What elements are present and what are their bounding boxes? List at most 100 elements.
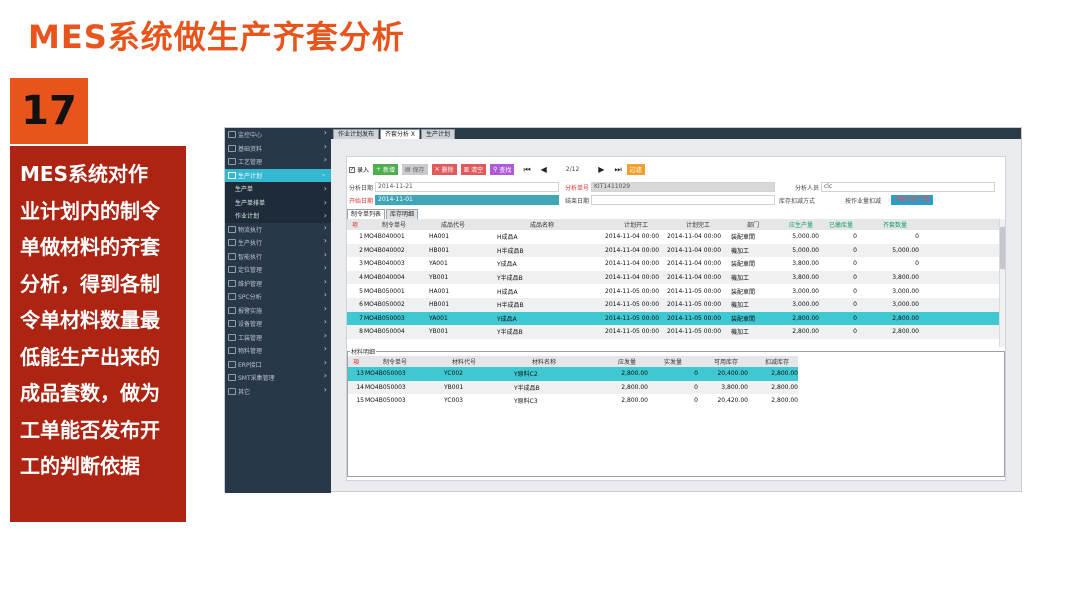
order-table-column-header[interactable]: 部门 [731, 220, 775, 229]
order-table-row[interactable]: 4 MO4B040004 YB001 Y半成品B 2014-11-04 00:00 201… [347, 270, 999, 285]
sidebar-item-production-plan[interactable]: 生产计划 ⌄ [225, 168, 331, 182]
material-table-column-header[interactable]: 扣减库存 [756, 357, 798, 366]
order-table-column-header[interactable]: 制令单号 [364, 220, 424, 229]
order-table-row[interactable]: 2 MO4B040002 HB001 H半成品B 2014-11-04 00:00 201… [347, 243, 999, 258]
sidebar-item-production-exec[interactable]: 生产执行 › [225, 236, 331, 250]
sidebar-item-smart-exec[interactable]: 智能执行 › [225, 250, 331, 264]
sidebar-item-tooling[interactable]: 工装管理 › [225, 331, 331, 345]
order-table-cell: 2014-11-04 00:00 [605, 233, 660, 241]
material-table-column-header[interactable]: 材料代号 [444, 357, 484, 366]
sidebar-item-spc[interactable]: SPC分析 › [225, 290, 331, 304]
order-table-cell: HB001 [429, 246, 450, 254]
order-table-row[interactable]: 6 MO4B050002 HB001 H半成品B 2014-11-05 00:00 201… [347, 297, 999, 312]
tab-work-plan-release[interactable]: 作业计划发布 [333, 129, 380, 139]
first-page-icon[interactable]: ⏮ [523, 165, 530, 175]
material-table-column-header[interactable]: 应发量 [606, 357, 648, 366]
filter-button[interactable]: 过滤 [626, 164, 645, 175]
sidebar-item-smt[interactable]: SMT采集管理 › [225, 371, 331, 385]
close-icon: ✕ [434, 166, 442, 173]
chevron-right-icon: › [323, 330, 327, 340]
material-table-column-header[interactable]: 实发量 [648, 357, 698, 366]
material-table-column-header[interactable]: 制令单号 [365, 357, 425, 366]
sidebar-item-equipment[interactable]: 设备管理 › [225, 317, 331, 331]
material-table-row[interactable]: 13 MO4B050003 YC002 Y原料C2 2,800.00 0 20,400.00… [348, 367, 798, 381]
sidebar-item-erp[interactable]: ERP接口 › [225, 358, 331, 372]
material-detail-legend: 材料明细 [350, 347, 377, 356]
chevron-right-icon: › [323, 317, 327, 326]
form-row-2: 开始日期 2014-11-01 结束日期 库存扣减方式 按作业量扣减 齐套分析计… [347, 195, 1005, 205]
order-table-cell: 2014-11-04 00:00 [605, 260, 660, 268]
order-table-cell: 8 [359, 328, 363, 336]
wrench-icon [228, 279, 236, 287]
tool-icon [228, 333, 236, 341]
start-date-field[interactable]: 2014-11-01 [375, 195, 559, 205]
order-table-row[interactable]: 3 MO4B040003 YA001 Y成品A 2014-11-04 00:00 2014… [347, 257, 999, 271]
order-table: 项制令单号 成品代号 成品名称 计划开工 计划完工 部门 应生产量 已缴库量 齐套数量 1 MO4B… [347, 219, 999, 339]
end-date-field[interactable] [591, 195, 775, 205]
next-page-icon[interactable]: ▶ [598, 165, 604, 174]
order-table-row[interactable]: 8 MO4B050004 YB001 Y半成品B 2014-11-05 00:00 201… [347, 325, 999, 339]
delete-button[interactable]: ✕ 删除 [431, 164, 457, 175]
clear-button[interactable]: ▥ 清空 [460, 164, 487, 175]
analysis-date-field[interactable]: 2014-11-21 [375, 182, 559, 192]
order-table-row[interactable]: 5 MO4B050001 HA001 H成品A 2014-11-05 00:00 2014… [347, 284, 999, 298]
order-table-column-header[interactable]: 计划开工 [605, 220, 667, 229]
material-table-column-header[interactable]: 材料名称 [514, 357, 574, 366]
prev-page-icon[interactable]: ◀ [541, 165, 547, 174]
order-table-cell: 0 [853, 246, 857, 254]
order-table-row[interactable]: 7 MO4B050003 YA001 Y成品A 2014-11-05 00:00 2014… [347, 311, 999, 326]
material-table-cell: 2,800.00 [621, 397, 648, 405]
add-button[interactable]: + 新增 [373, 164, 398, 175]
order-table-column-header[interactable]: 已缴库量 [825, 220, 857, 229]
slide-title: MES系统做生产齐套分析 [28, 18, 405, 56]
material-table-row[interactable]: 15 MO4B050003 YC003 Y原料C3 2,800.00 0 20,420.00… [348, 394, 798, 408]
tab-production-plan[interactable]: 生产计划 [421, 129, 456, 139]
sidebar-item-basic-data[interactable]: 基础资料 › [225, 142, 331, 156]
sidebar-item-alarm[interactable]: 报警实施 › [225, 304, 331, 318]
last-page-icon[interactable]: ⏭ [614, 165, 621, 175]
order-table-cell: 2014-11-05 00:00 [605, 328, 660, 336]
order-table-column-header[interactable]: 成品代号 [429, 220, 477, 229]
entry-checkbox[interactable]: ✓ 录入 [349, 165, 369, 174]
sidebar-item-process[interactable]: 工艺管理 › [225, 155, 331, 169]
order-table-cell: MO4B050004 [364, 328, 405, 336]
gear-icon [228, 252, 236, 260]
order-table-row[interactable]: 1 MO4B040001 HA001 H成品A 2014-11-04 00:00 2014… [347, 230, 999, 244]
sidebar-item-location[interactable]: 定位管理 › [225, 263, 331, 277]
material-table-row[interactable]: 14 MO4B050003 YB001 Y半成品B 2,800.00 0 3,800.00 2… [348, 380, 798, 395]
material-table-column-header[interactable]: 可用库存 [704, 357, 748, 366]
truck-icon [228, 225, 236, 233]
order-table-cell: 2,800.00 [892, 314, 919, 322]
scrollbar-thumb[interactable] [1000, 227, 1005, 269]
chevron-right-icon: › [323, 276, 327, 286]
order-table-cell: 3,000.00 [792, 287, 819, 295]
description-box: MES系统对作 业计划内的制令 单做材料的齐套 分析，得到各制 令单材料数量最 … [10, 146, 186, 522]
order-table-column-header[interactable]: 应生产量 [783, 220, 819, 229]
order-table-column-header[interactable]: 计划完工 [667, 220, 729, 229]
order-table-cell: 6 [359, 301, 363, 309]
order-table-cell: 5 [359, 287, 363, 295]
order-table-column-header[interactable]: 成品名称 [497, 220, 587, 229]
subtab-order-list[interactable]: 制令单列表 [347, 209, 386, 219]
material-table-column-header[interactable]: 項 [348, 357, 364, 366]
sidebar-item-other[interactable]: 其它 › [225, 385, 331, 399]
tab-kit-analysis[interactable]: 齐套分析 X [380, 129, 421, 139]
query-button[interactable]: ⚲ 查找 [490, 164, 515, 175]
sidebar-item-logistics[interactable]: 物流执行 › [225, 223, 331, 237]
sidebar-subitem-work-plan[interactable]: 作业计划 › [225, 209, 331, 223]
sidebar-item-material[interactable]: 物料管理 › [225, 344, 331, 358]
order-table-cell: 2 [359, 246, 363, 254]
kit-calc-button[interactable]: 齐套分析计算 [891, 195, 934, 205]
order-table-scrollbar[interactable] [999, 219, 1005, 347]
sidebar-item-monitor[interactable]: 监控中心 › [225, 128, 331, 142]
sidebar-item-maintenance[interactable]: 维护管理 › [225, 277, 331, 291]
subtab-inventory-detail[interactable]: 库存明细 [386, 209, 419, 219]
sidebar-subitem-order-scheduling[interactable]: 生产单排单 › [225, 195, 331, 209]
sidebar-subitem-production-order[interactable]: 生产单 › [225, 182, 331, 196]
order-table-column-header[interactable]: 齐套数量 [871, 220, 919, 229]
equipment-icon [228, 320, 236, 328]
order-table-column-header[interactable]: 项 [347, 220, 363, 229]
deduct-by-order-option[interactable]: 按作业量扣减 [845, 196, 881, 205]
analyst-field[interactable]: clc [821, 182, 995, 192]
save-button[interactable]: ▤ 保存 [401, 164, 428, 175]
